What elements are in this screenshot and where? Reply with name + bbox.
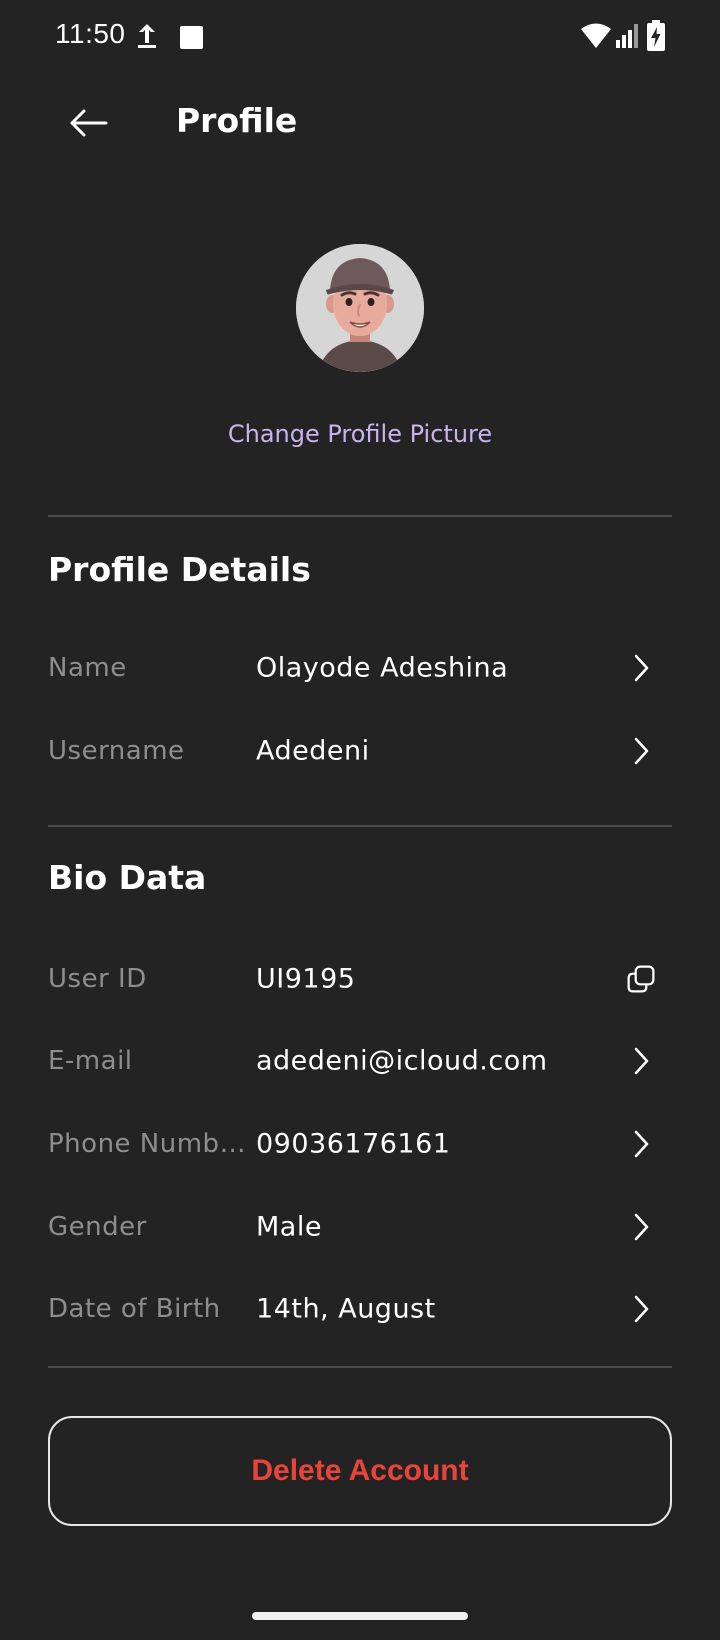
home-indicator[interactable]: [252, 1612, 468, 1620]
chevron-right-icon: [626, 1046, 656, 1076]
row-value: adedeni@icloud.com: [256, 1045, 548, 1077]
upload-icon: [136, 22, 158, 50]
divider: [48, 825, 672, 827]
arrow-left-icon: [68, 108, 108, 142]
row-value: 14th, August: [256, 1293, 436, 1325]
row-label: E-mail: [48, 1046, 133, 1076]
row-value: UI9195: [256, 963, 356, 995]
battery-charging-icon: [646, 20, 666, 52]
row-label: Username: [48, 736, 185, 766]
status-time: 11:50: [55, 18, 126, 49]
signal-icon: [614, 22, 642, 50]
row-date-of-birth[interactable]: Date of Birth 14th, August: [48, 1277, 672, 1341]
row-label: User ID: [48, 964, 147, 994]
wifi-icon: [580, 22, 612, 50]
divider: [48, 515, 672, 517]
row-value: Olayode Adeshina: [256, 652, 509, 684]
row-label: Gender: [48, 1212, 147, 1242]
row-label: Date of Birth: [48, 1294, 221, 1324]
avatar-3d-man-cap: [296, 244, 424, 372]
delete-account-button[interactable]: Delete Account: [48, 1416, 672, 1526]
section-title-bio-data: Bio Data: [48, 858, 207, 897]
back-button[interactable]: [60, 100, 116, 150]
page-title: Profile: [176, 101, 298, 140]
row-value: 09036176161: [256, 1128, 451, 1160]
chevron-right-icon: [626, 1294, 656, 1324]
change-profile-picture-link[interactable]: Change Profile Picture: [0, 420, 720, 448]
chevron-right-icon: [626, 1212, 656, 1242]
row-username[interactable]: Username Adedeni: [48, 719, 672, 783]
row-label: Name: [48, 653, 127, 683]
row-user-id[interactable]: User ID UI9195: [48, 947, 672, 1011]
stop-square-icon: [180, 26, 203, 49]
row-value: Adedeni: [256, 735, 370, 767]
delete-account-label: Delete Account: [251, 1454, 469, 1487]
section-title-profile-details: Profile Details: [48, 550, 311, 589]
row-value: Male: [256, 1211, 322, 1243]
row-phone-number[interactable]: Phone Numb… 09036176161: [48, 1112, 672, 1176]
chevron-right-icon: [626, 1129, 656, 1159]
row-label: Phone Numb…: [48, 1129, 247, 1159]
status-bar: 11:50: [0, 0, 720, 74]
copy-icon[interactable]: [626, 964, 656, 994]
row-gender[interactable]: Gender Male: [48, 1195, 672, 1259]
chevron-right-icon: [626, 653, 656, 683]
chevron-right-icon: [626, 736, 656, 766]
avatar[interactable]: [296, 244, 424, 372]
row-name[interactable]: Name Olayode Adeshina: [48, 636, 672, 700]
divider: [48, 1366, 672, 1368]
row-email[interactable]: E-mail adedeni@icloud.com: [48, 1029, 672, 1093]
